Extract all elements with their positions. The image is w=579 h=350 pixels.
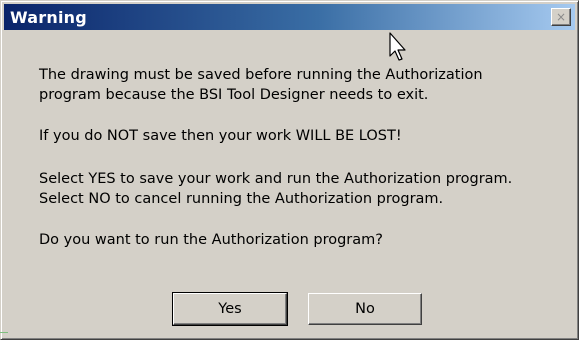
edge-divider: [0, 332, 8, 333]
title-bar[interactable]: Warning ×: [4, 4, 575, 30]
message-line-1: The drawing must be saved before running…: [39, 67, 483, 83]
warning-dialog: Warning × The drawing must be saved befo…: [0, 0, 579, 340]
message-line-3: If you do NOT save then your work WILL B…: [39, 128, 402, 144]
message-line-6: Do you want to run the Authorization pro…: [39, 232, 383, 248]
message-line-5: Select NO to cancel running the Authoriz…: [39, 191, 444, 207]
message-line-2: program because the BSI Tool Designer ne…: [39, 87, 429, 103]
no-button[interactable]: No: [308, 293, 422, 325]
arrow-cursor-icon: [389, 32, 406, 61]
yes-button[interactable]: Yes: [172, 292, 288, 326]
dialog-title: Warning: [10, 8, 87, 27]
close-button[interactable]: ×: [551, 8, 571, 26]
close-icon: ×: [555, 10, 567, 24]
message-line-4: Select YES to save your work and run the…: [39, 171, 513, 187]
